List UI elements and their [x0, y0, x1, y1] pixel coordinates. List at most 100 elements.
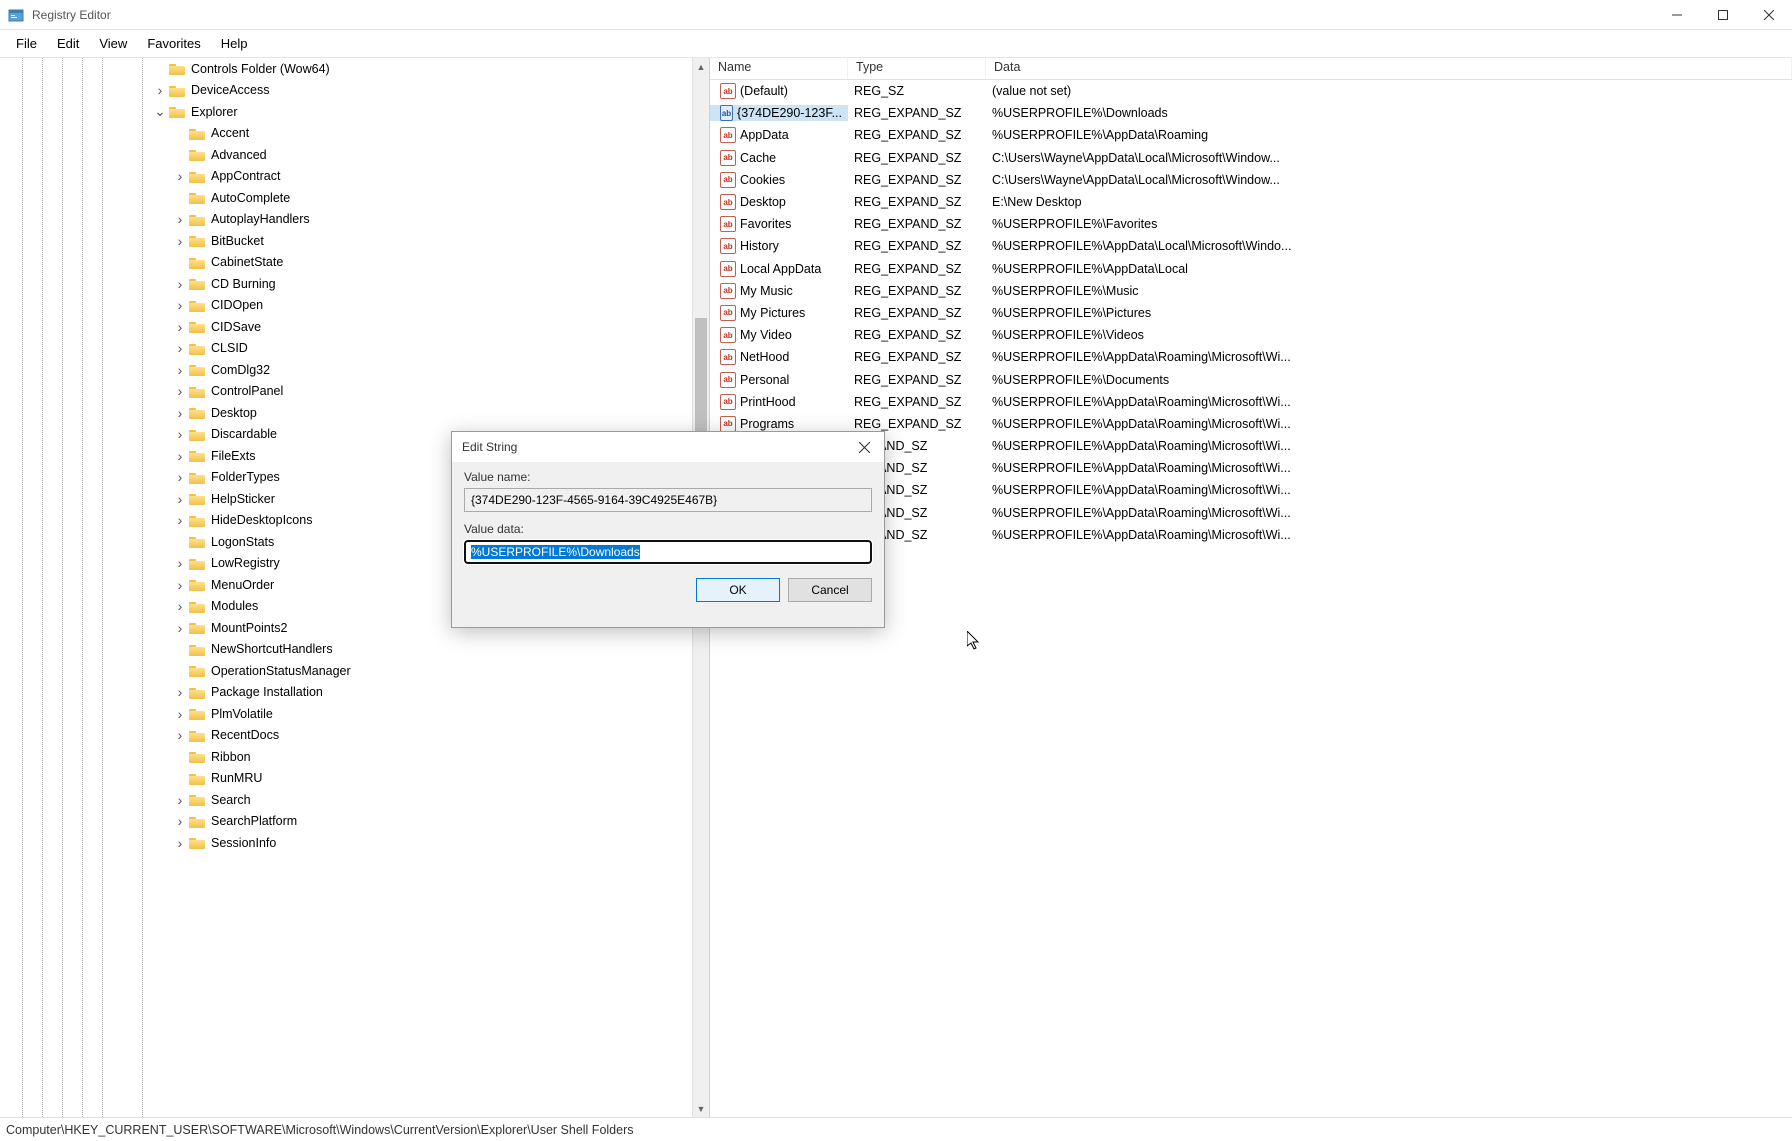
tree-expander-icon[interactable]: ›: [173, 598, 187, 614]
tree-expander-icon[interactable]: ›: [173, 620, 187, 636]
minimize-button[interactable]: [1654, 0, 1700, 30]
tree-expander-icon[interactable]: ›: [153, 82, 167, 98]
tree-item[interactable]: › Package Installation: [0, 682, 692, 704]
header-data[interactable]: Data: [986, 58, 1792, 79]
tree-expander-icon[interactable]: ›: [173, 276, 187, 292]
tree-expander-icon[interactable]: ›: [173, 448, 187, 464]
menu-help[interactable]: Help: [211, 32, 258, 55]
tree-item-label: AutoComplete: [211, 191, 290, 205]
tree-expander-icon[interactable]: ›: [173, 577, 187, 593]
tree-item[interactable]: ›DeviceAccess: [0, 80, 692, 102]
tree-item[interactable]: ›Desktop: [0, 402, 692, 424]
tree-item[interactable]: ›AppContract: [0, 166, 692, 188]
tree-item[interactable]: Controls Folder (Wow64): [0, 58, 692, 80]
tree-item[interactable]: ›CLSID: [0, 338, 692, 360]
tree-expander-icon[interactable]: ›: [173, 555, 187, 571]
dialog-titlebar[interactable]: Edit String: [452, 432, 884, 462]
list-row[interactable]: abDesktopREG_EXPAND_SZE:\New Desktop: [710, 191, 1792, 213]
list-row[interactable]: abMy VideoREG_EXPAND_SZ%USERPROFILE%\Vid…: [710, 324, 1792, 346]
tree-item[interactable]: Advanced: [0, 144, 692, 166]
menu-view[interactable]: View: [89, 32, 137, 55]
tree-item-label: ControlPanel: [211, 384, 283, 398]
tree-item[interactable]: Accent: [0, 123, 692, 145]
tree-expander-icon[interactable]: ›: [173, 706, 187, 722]
tree-item[interactable]: ›BitBucket: [0, 230, 692, 252]
tree-item-label: CabinetState: [211, 255, 283, 269]
tree-expander-icon[interactable]: ›: [173, 813, 187, 829]
tree-expander-icon[interactable]: ›: [173, 512, 187, 528]
list-row[interactable]: ab{374DE290-123F...REG_EXPAND_SZ%USERPRO…: [710, 102, 1792, 124]
tree-item[interactable]: Ribbon: [0, 746, 692, 768]
dialog-close-button[interactable]: [844, 432, 884, 462]
tree-expander-icon[interactable]: ›: [173, 405, 187, 421]
menu-favorites[interactable]: Favorites: [137, 32, 210, 55]
tree-expander-icon[interactable]: ›: [173, 383, 187, 399]
tree-expander-icon[interactable]: ›: [173, 168, 187, 184]
list-row[interactable]: abCacheREG_EXPAND_SZC:\Users\Wayne\AppDa…: [710, 147, 1792, 169]
tree-item[interactable]: RunMRU: [0, 768, 692, 790]
tree-item[interactable]: ›SearchPlatform: [0, 811, 692, 833]
tree-item[interactable]: ›Search: [0, 789, 692, 811]
value-name-input[interactable]: [464, 488, 872, 512]
tree-item[interactable]: OperationStatusManager: [0, 660, 692, 682]
tree-item[interactable]: ›SessionInfo: [0, 832, 692, 854]
folder-icon: [189, 170, 205, 183]
list-row[interactable]: abMy MusicREG_EXPAND_SZ%USERPROFILE%\Mus…: [710, 280, 1792, 302]
tree-expander-icon[interactable]: ›: [173, 297, 187, 313]
tree-expander-icon[interactable]: ›: [173, 792, 187, 808]
tree-item[interactable]: AutoComplete: [0, 187, 692, 209]
tree-expander-icon[interactable]: ›: [173, 211, 187, 227]
tree-item[interactable]: NewShortcutHandlers: [0, 639, 692, 661]
tree-expander-icon[interactable]: ›: [173, 362, 187, 378]
menu-file[interactable]: File: [6, 32, 47, 55]
tree-item[interactable]: ›CIDSave: [0, 316, 692, 338]
list-row[interactable]: abFavoritesREG_EXPAND_SZ%USERPROFILE%\Fa…: [710, 213, 1792, 235]
tree-expander-icon[interactable]: ›: [173, 727, 187, 743]
tree-expander-icon[interactable]: ›: [173, 491, 187, 507]
string-value-icon: ab: [720, 172, 736, 188]
scroll-up-icon[interactable]: ▲: [693, 58, 709, 75]
list-row[interactable]: abMy PicturesREG_EXPAND_SZ%USERPROFILE%\…: [710, 302, 1792, 324]
scroll-down-icon[interactable]: ▼: [693, 1100, 709, 1117]
tree-expander-icon[interactable]: ›: [173, 340, 187, 356]
tree-expander-icon[interactable]: ›: [173, 233, 187, 249]
tree-expander-icon[interactable]: ⌄: [153, 103, 167, 120]
tree-item[interactable]: CabinetState: [0, 252, 692, 274]
value-name: History: [740, 239, 779, 253]
tree-item[interactable]: ›CIDOpen: [0, 295, 692, 317]
tree-item[interactable]: ›PlmVolatile: [0, 703, 692, 725]
header-name[interactable]: Name: [710, 58, 848, 79]
value-data-input[interactable]: [464, 540, 872, 564]
tree-expander-icon[interactable]: ›: [173, 469, 187, 485]
scroll-thumb[interactable]: [695, 318, 707, 438]
list-row[interactable]: abAppDataREG_EXPAND_SZ%USERPROFILE%\AppD…: [710, 124, 1792, 146]
list-row[interactable]: abPrintHoodREG_EXPAND_SZ%USERPROFILE%\Ap…: [710, 391, 1792, 413]
folder-icon: [189, 772, 205, 785]
tree-item-label: Package Installation: [211, 685, 323, 699]
tree-expander-icon[interactable]: ›: [173, 835, 187, 851]
tree-expander-icon[interactable]: ›: [173, 684, 187, 700]
cancel-button[interactable]: Cancel: [788, 578, 872, 602]
list-row[interactable]: abLocal AppDataREG_EXPAND_SZ%USERPROFILE…: [710, 258, 1792, 280]
list-row[interactable]: abNetHoodREG_EXPAND_SZ%USERPROFILE%\AppD…: [710, 346, 1792, 368]
tree-item[interactable]: ›AutoplayHandlers: [0, 209, 692, 231]
list-row[interactable]: ab(Default)REG_SZ(value not set): [710, 80, 1792, 102]
menu-edit[interactable]: Edit: [47, 32, 89, 55]
folder-icon: [189, 578, 205, 591]
tree-expander-icon[interactable]: ›: [173, 426, 187, 442]
tree-expander-icon[interactable]: ›: [173, 319, 187, 335]
tree-item[interactable]: ›RecentDocs: [0, 725, 692, 747]
list-row[interactable]: abCookiesREG_EXPAND_SZC:\Users\Wayne\App…: [710, 169, 1792, 191]
header-type[interactable]: Type: [848, 58, 986, 79]
list-row[interactable]: abHistoryREG_EXPAND_SZ%USERPROFILE%\AppD…: [710, 235, 1792, 257]
maximize-button[interactable]: [1700, 0, 1746, 30]
cell-name: ab(Default): [710, 83, 848, 99]
list-row[interactable]: abPersonalREG_EXPAND_SZ%USERPROFILE%\Doc…: [710, 368, 1792, 390]
ok-button[interactable]: OK: [696, 578, 780, 602]
tree-item[interactable]: ›ComDlg32: [0, 359, 692, 381]
folder-icon: [189, 363, 205, 376]
tree-item[interactable]: ›CD Burning: [0, 273, 692, 295]
tree-item[interactable]: › ControlPanel: [0, 381, 692, 403]
close-button[interactable]: [1746, 0, 1792, 30]
tree-item[interactable]: ⌄Explorer: [0, 101, 692, 123]
